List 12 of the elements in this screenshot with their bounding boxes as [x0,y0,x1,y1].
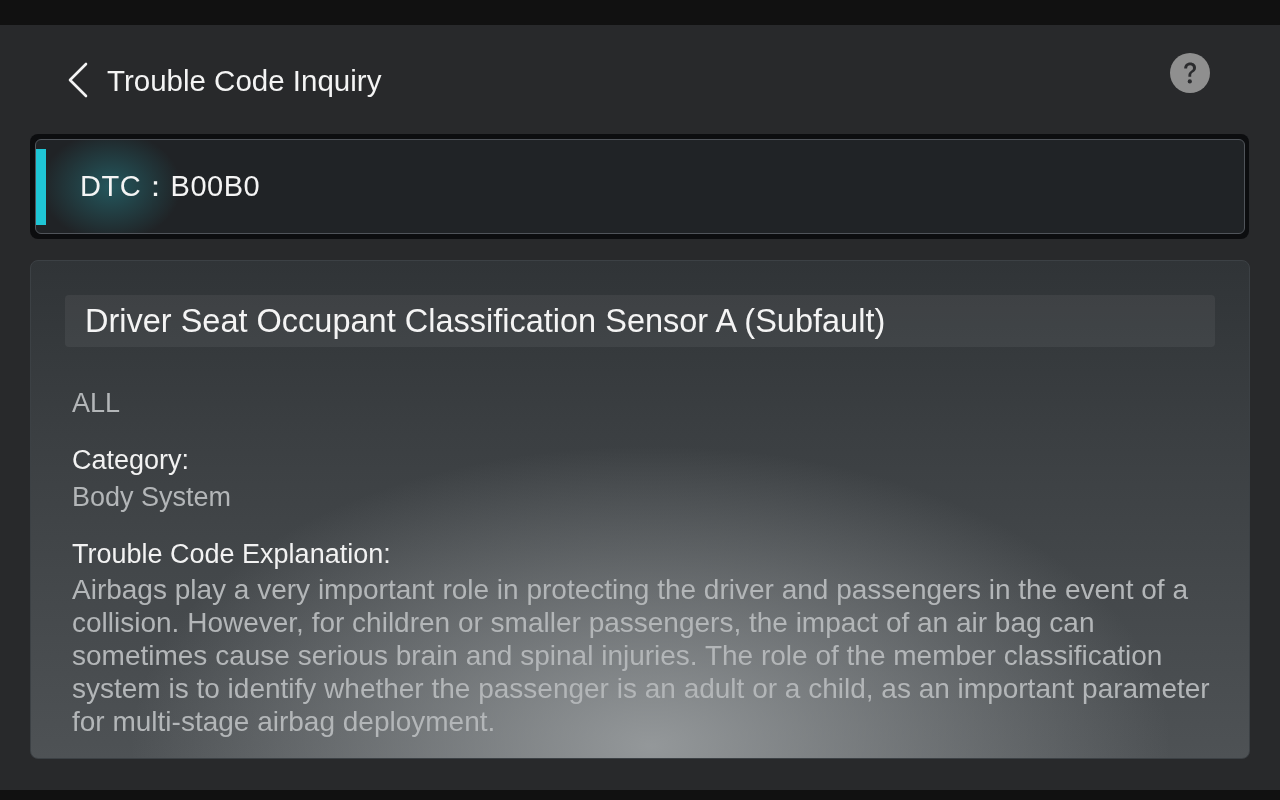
help-icon [1170,52,1210,93]
back-button[interactable] [67,61,89,98]
detail-value: Body System [72,481,232,514]
chevron-left-icon [67,61,89,98]
accent-bar-icon [36,149,46,225]
page-title: Trouble Code Inquiry [107,62,382,98]
detail-label: Category: [72,444,190,477]
detail-label: Trouble Code Explanation: [72,538,391,571]
dtc-code: DTC：B00B0 [80,168,261,204]
fault-title: Driver Seat Occupant Classification Sensor A (Subfault) [65,295,1215,347]
help-button[interactable] [1170,52,1210,93]
detail-value: ALL [72,387,121,420]
